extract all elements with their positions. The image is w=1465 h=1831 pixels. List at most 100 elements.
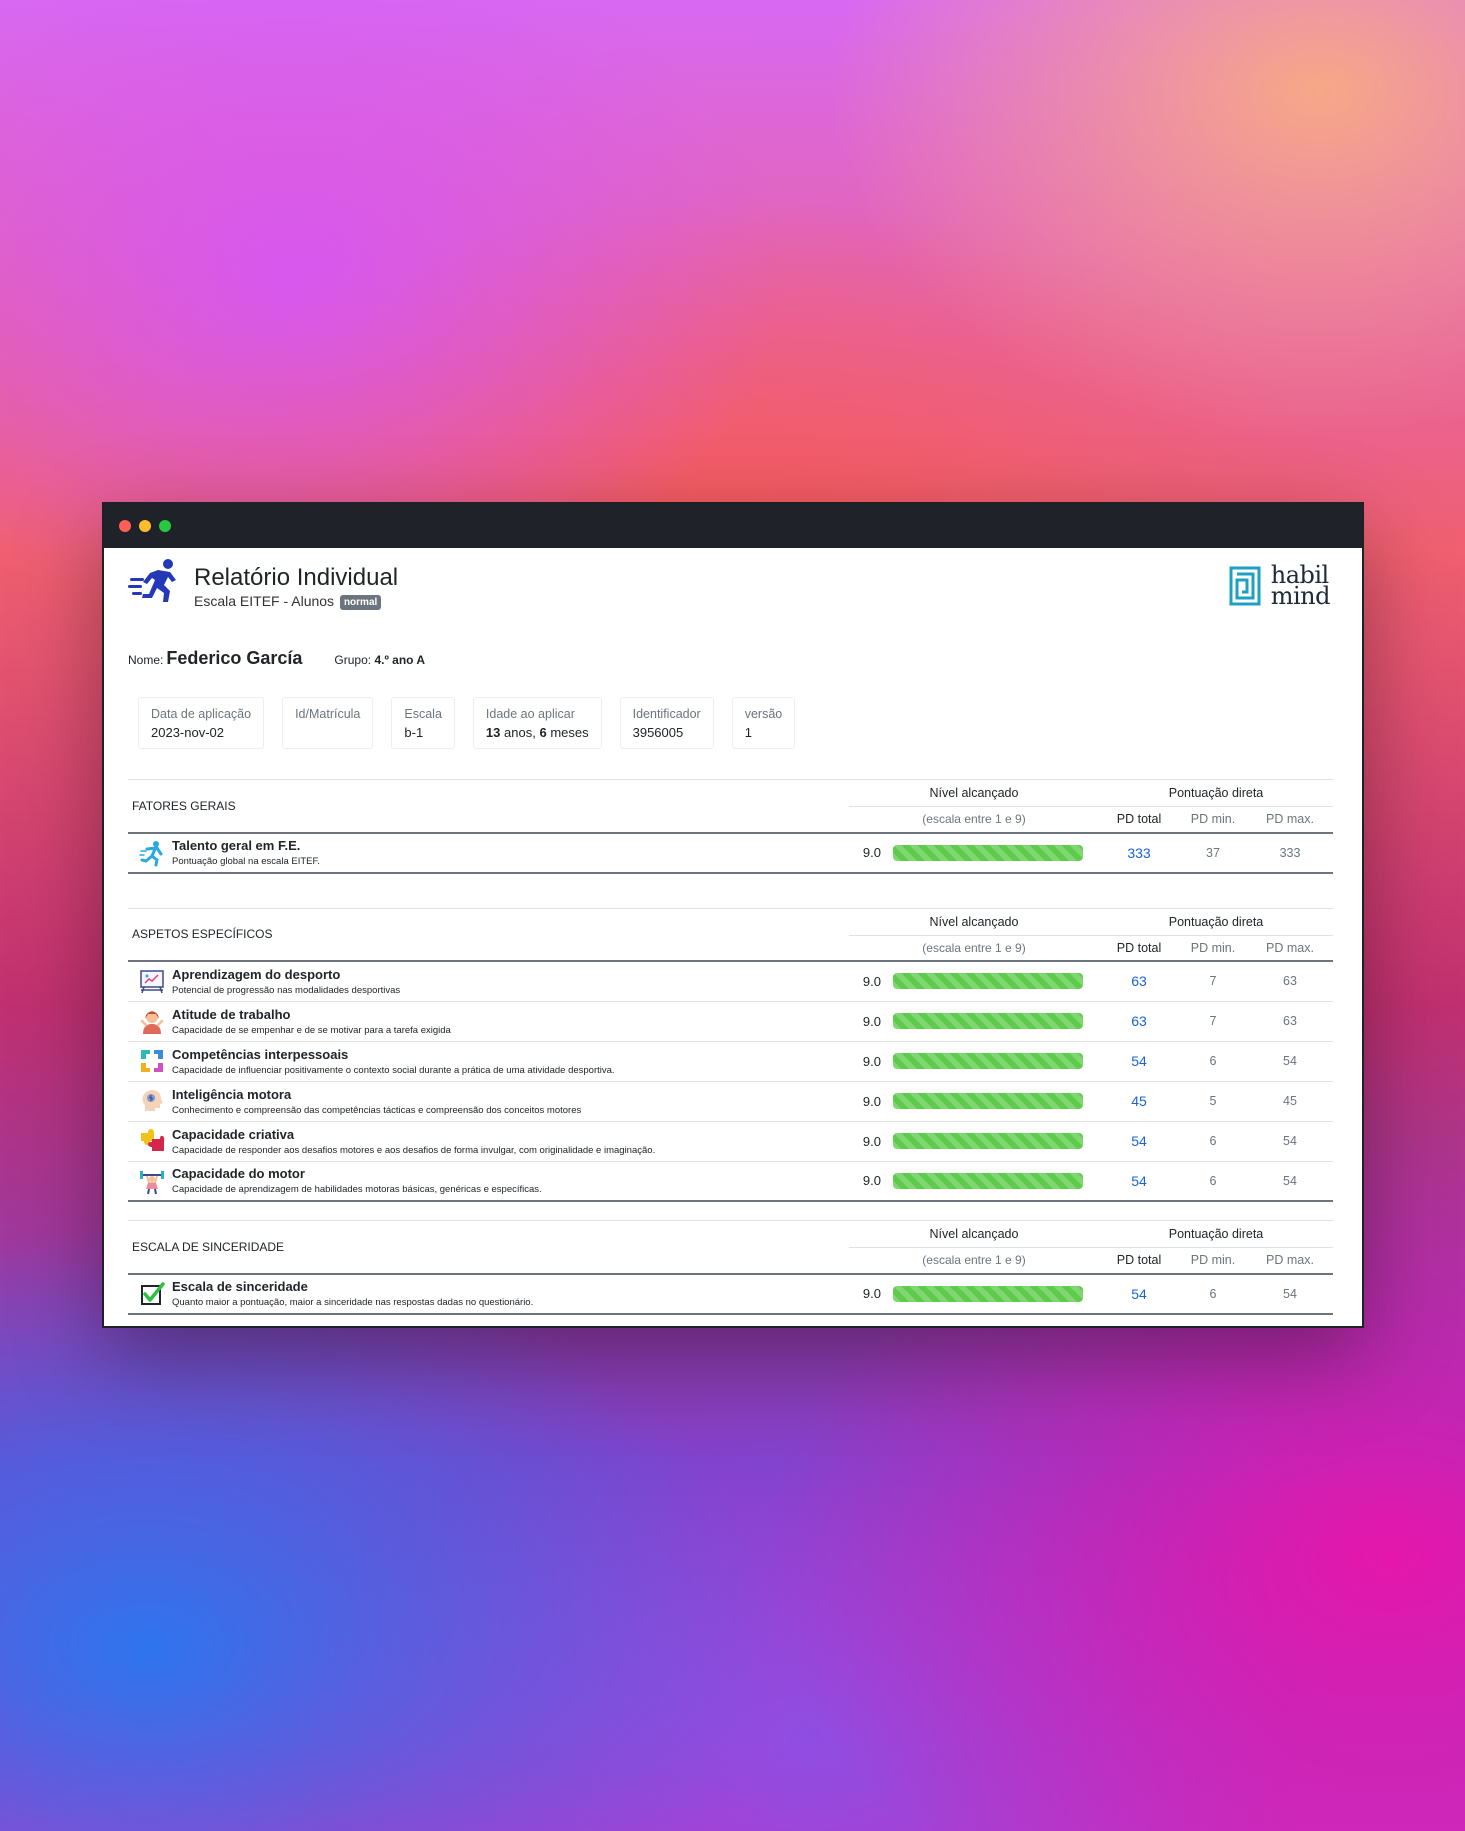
level-bar-fill — [893, 1013, 1083, 1029]
pd-total-value: 54 — [1099, 1161, 1179, 1202]
report-heading: Relatório Individual Escala EITEF - Alun… — [128, 558, 398, 610]
pd-min-value: 7 — [1179, 961, 1247, 1002]
age-months: 6 — [539, 725, 547, 740]
close-window-button[interactable] — [119, 520, 131, 532]
table-row: Inteligência motora Conhecimento e compr… — [128, 1081, 1333, 1122]
table-row: Competências interpessoais Capacidade de… — [128, 1041, 1333, 1082]
direct-score-header: Pontuação direta — [1099, 907, 1333, 936]
info-card-version: versão 1 — [731, 697, 796, 749]
level-value: 9.0 — [849, 1081, 885, 1122]
row-description: Pontuação global na escala EITEF. — [172, 856, 320, 867]
info-card-date: Data de aplicação 2023-nov-02 — [138, 697, 265, 749]
pd-min-value: 37 — [1179, 832, 1247, 874]
brand-wordmark: habil mind — [1270, 563, 1331, 610]
row-title: Atitude de trabalho — [172, 1006, 291, 1022]
level-value: 9.0 — [849, 961, 885, 1002]
pd-max-header: PD max. — [1247, 806, 1333, 834]
info-card-label: Idade ao aplicar — [485, 707, 575, 721]
maximize-window-button[interactable] — [159, 520, 171, 532]
info-card-value: 3956005 — [632, 725, 684, 740]
group-value: 4.º ano A — [374, 653, 426, 667]
pd-max-value: 63 — [1247, 1001, 1333, 1042]
pd-total-value: 54 — [1099, 1041, 1179, 1082]
name-label: Nome: — [128, 653, 164, 667]
info-card-id: Id/Matrícula — [282, 697, 374, 749]
row-text: Atitude de trabalho Capacidade de se emp… — [172, 1001, 849, 1042]
pd-min-value: 6 — [1179, 1121, 1247, 1162]
level-bar-cell — [885, 1161, 1099, 1202]
row-description: Capacidade de aprendizagem de habilidade… — [172, 1184, 542, 1196]
direct-score-header: Pontuação direta — [1099, 1220, 1333, 1248]
level-bar-track — [893, 1053, 1083, 1069]
pd-total-header: PD total — [1099, 935, 1179, 962]
pd-total-value: 333 — [1099, 832, 1179, 874]
info-card-age: Idade ao aplicar 13 anos, 6 meses — [472, 697, 602, 749]
section-general-factors: FATORES GERAIS Nível alcançado Pontuação… — [128, 779, 1333, 874]
row-text: Escala de sinceridade Quanto maior a pon… — [172, 1273, 849, 1315]
scale-note: (escala entre 1 e 9) — [849, 935, 1099, 962]
level-header: Nível alcançado — [849, 1220, 1099, 1248]
table-row: Capacidade criativa Capacidade de respon… — [128, 1121, 1333, 1162]
level-bar-track — [893, 1093, 1083, 1109]
pd-total-value: 63 — [1099, 961, 1179, 1002]
level-value: 9.0 — [849, 1161, 885, 1202]
pd-min-value: 6 — [1179, 1273, 1247, 1315]
window-titlebar — [104, 504, 1362, 548]
stressed-person-icon — [140, 1011, 164, 1034]
row-title: Escala de sinceridade — [172, 1279, 308, 1294]
level-bar-cell — [885, 961, 1099, 1002]
row-description: Capacidade de influenciar positivamente … — [172, 1064, 615, 1076]
section-title: ESCALA DE SINCERIDADE — [128, 1220, 849, 1275]
report-subtitle: Escala EITEF - Alunos normal — [194, 593, 398, 610]
level-bar-fill — [893, 1133, 1083, 1149]
info-card-scale: Escala b-1 — [391, 697, 455, 749]
pd-total-value: 45 — [1099, 1081, 1179, 1122]
brand-line-2: mind — [1270, 582, 1331, 610]
level-bar-track — [893, 973, 1083, 990]
level-value: 9.0 — [849, 832, 885, 874]
row-icon-cell — [128, 1273, 172, 1315]
pd-total-value: 54 — [1099, 1121, 1179, 1162]
direct-score-header: Pontuação direta — [1099, 779, 1333, 807]
runner-logo-icon — [128, 559, 176, 602]
pd-max-value: 54 — [1247, 1161, 1333, 1202]
scale-note: (escala entre 1 e 9) — [849, 1247, 1099, 1275]
table-row: Talento geral em F.E. Pontuação global n… — [128, 832, 1333, 874]
info-card-label: Escala — [404, 707, 442, 721]
row-text: Talento geral em F.E. Pontuação global n… — [172, 832, 849, 874]
pd-max-value: 63 — [1247, 961, 1333, 1002]
level-value: 9.0 — [849, 1121, 885, 1162]
row-icon-cell — [128, 1001, 172, 1042]
report-content: Relatório Individual Escala EITEF - Alun… — [104, 548, 1362, 1315]
row-icon-cell — [128, 1041, 172, 1082]
level-bar-cell — [885, 832, 1099, 874]
pd-min-header: PD min. — [1179, 935, 1247, 962]
pd-total-header: PD total — [1099, 806, 1179, 834]
report-header: Relatório Individual Escala EITEF - Alun… — [128, 558, 1331, 628]
pd-max-value: 333 — [1247, 832, 1333, 874]
table-row: Aprendizagem do desporto Potencial de pr… — [128, 961, 1333, 1002]
level-bar-fill — [893, 1053, 1083, 1069]
pd-max-value: 54 — [1247, 1273, 1333, 1315]
row-icon-cell — [128, 1121, 172, 1162]
puzzle-arrows-icon — [141, 1050, 163, 1072]
level-bar-track — [893, 844, 1083, 861]
table-row: Escala de sinceridade Quanto maior a pon… — [128, 1273, 1333, 1315]
section-title: ASPETOS ESPECÍFICOS — [128, 907, 849, 962]
minimize-window-button[interactable] — [139, 520, 151, 532]
level-bar-fill — [893, 844, 1083, 861]
row-description: Potencial de progressão nas modalidades … — [172, 984, 401, 996]
pd-total-header: PD total — [1099, 1247, 1179, 1275]
level-header: Nível alcançado — [849, 907, 1099, 936]
scale-name: Escala EITEF - Alunos — [194, 593, 335, 609]
pd-max-value: 45 — [1247, 1081, 1333, 1122]
group-label: Grupo: — [334, 653, 372, 667]
person-name: Federico García — [166, 648, 303, 668]
group-info: Grupo: 4.º ano A — [334, 653, 425, 667]
row-icon-cell — [128, 1081, 172, 1122]
pd-max-value: 54 — [1247, 1041, 1333, 1082]
age-months-unit: meses — [550, 725, 589, 740]
level-bar-cell — [885, 1001, 1099, 1042]
level-bar-cell — [885, 1081, 1099, 1122]
row-title: Capacidade do motor — [172, 1166, 305, 1182]
